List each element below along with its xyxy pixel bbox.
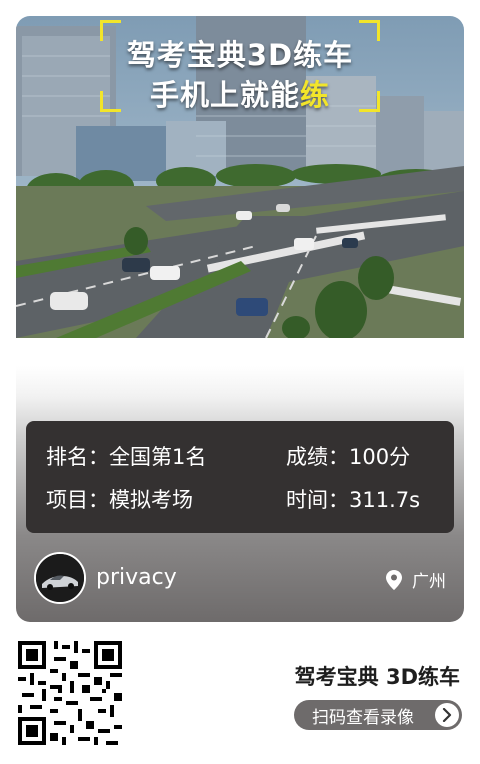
location-pin-icon [386, 569, 402, 590]
scan-view-replay-button[interactable]: 扫码查看录像 [294, 700, 462, 730]
avatar[interactable] [34, 552, 86, 604]
headline-line-2: 手机上就能练 [100, 72, 380, 114]
user-row: privacy 广州 [34, 552, 446, 604]
username: privacy [96, 565, 177, 590]
headline-accent: 练 [300, 78, 331, 112]
exam-result-panel: 排名：全国第1名 成绩：100分 项目：模拟考场 时间：311.7s [26, 421, 454, 533]
score-text: 成绩：100分 [286, 445, 411, 469]
result-share-card: 驾考宝典3D练车 手机上就能练 排名：全国第1名 成绩：100分 项目：模拟考场… [16, 16, 464, 622]
exam-item-text: 项目：模拟考场 [46, 488, 193, 512]
headline-line-2-main: 手机上就能 [149, 78, 300, 112]
rank-text: 排名：全国第1名 [46, 445, 207, 469]
hero-banner: 驾考宝典3D练车 手机上就能练 [16, 16, 464, 338]
headline-line-1: 驾考宝典3D练车 [126, 38, 354, 72]
replay-label: 扫码查看录像 [312, 707, 414, 728]
brand-name: 驾考宝典 3D练车 [294, 665, 460, 689]
exam-time-text: 时间：311.7s [286, 488, 421, 512]
chevron-right-icon [435, 703, 459, 727]
qr-code-icon[interactable] [18, 641, 122, 745]
location: 广州 [386, 567, 446, 592]
car-avatar-icon [36, 554, 84, 602]
promo-headline: 驾考宝典3D练车 手机上就能练 [100, 20, 380, 112]
location-text: 广州 [412, 572, 446, 592]
